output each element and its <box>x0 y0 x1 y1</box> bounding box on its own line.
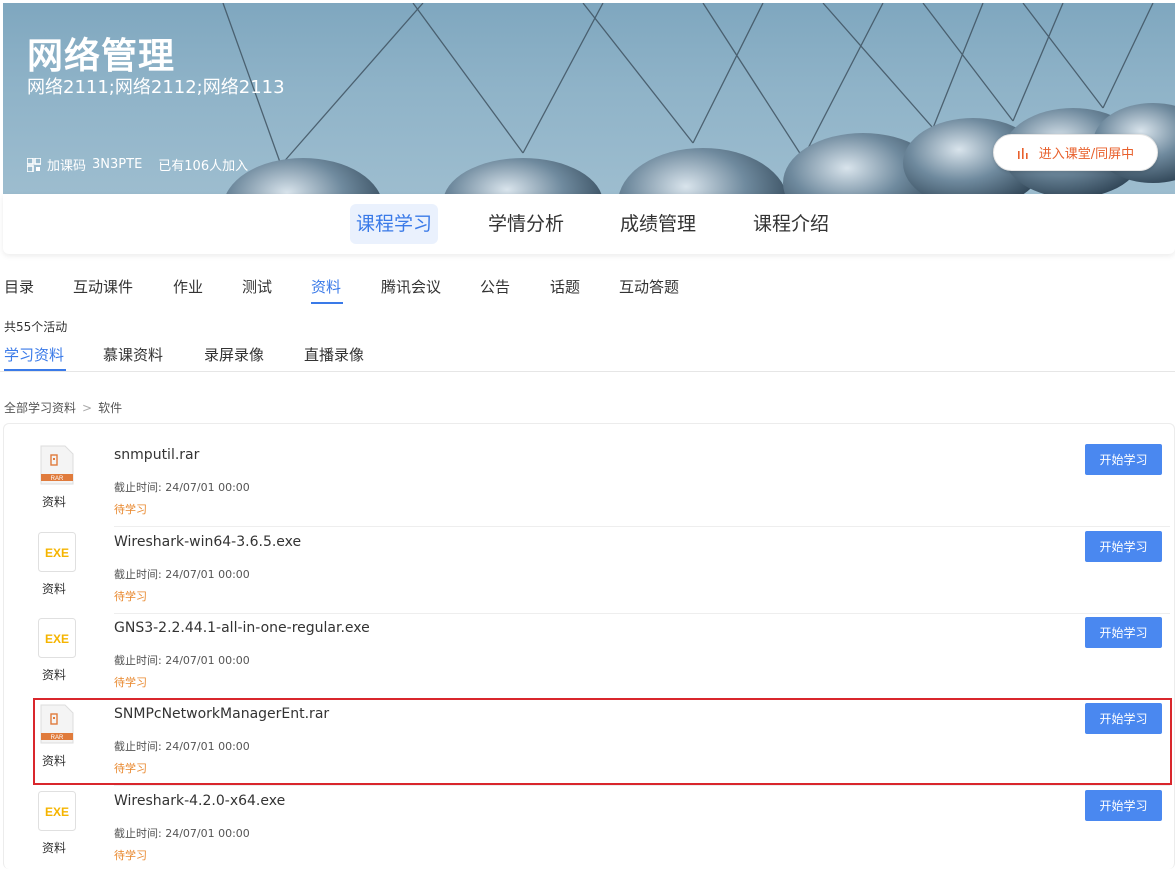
rar-label: RAR <box>51 476 64 482</box>
rar-file-icon: RAR <box>40 445 74 485</box>
exe-file-icon: EXE <box>38 618 76 658</box>
row-divider <box>114 785 1170 786</box>
file-status: 待学习 <box>114 503 147 516</box>
subnav-catalog[interactable]: 目录 <box>4 276 34 297</box>
exe-label: EXE <box>45 805 69 819</box>
exe-label: EXE <box>45 546 69 560</box>
subnav-tencent-meeting[interactable]: 腾讯会议 <box>381 276 441 297</box>
exe-label: EXE <box>45 632 69 646</box>
file-name[interactable]: snmputil.rar <box>114 447 199 463</box>
subnav-materials[interactable]: 资料 <box>311 276 341 297</box>
material-type-tabs: 学习资料 慕课资料 录屏录像 直播录像 <box>0 342 1175 372</box>
start-learning-button[interactable]: 开始学习 <box>1085 617 1162 648</box>
start-learning-button[interactable]: 开始学习 <box>1085 531 1162 562</box>
file-name[interactable]: GNS3-2.2.44.1-all-in-one-regular.exe <box>114 620 370 636</box>
file-name[interactable]: Wireshark-4.2.0-x64.exe <box>114 793 285 809</box>
file-deadline: 截止时间: 24/07/01 00:00 <box>114 654 250 667</box>
breadcrumb-separator-icon: > <box>82 400 93 415</box>
tab-screen-recordings[interactable]: 录屏录像 <box>204 344 264 365</box>
type-tab-active-underline <box>4 369 66 371</box>
tab-mooc-materials[interactable]: 慕课资料 <box>103 344 163 365</box>
file-kind-label: 资料 <box>42 668 67 682</box>
subnav-topics[interactable]: 话题 <box>550 276 580 297</box>
tab-learning-analysis[interactable]: 学情分析 <box>482 204 570 244</box>
tab-course-study[interactable]: 课程学习 <box>350 204 439 244</box>
subnav-active-underline <box>311 302 343 304</box>
file-status: 待学习 <box>114 590 147 603</box>
row-divider <box>114 526 1170 527</box>
breadcrumb: 全部学习资料 > 软件 <box>4 399 122 416</box>
file-kind-label: 资料 <box>42 841 67 855</box>
sub-nav: 目录 互动课件 作业 测试 资料 腾讯会议 公告 话题 互动答题 <box>0 274 1175 306</box>
file-row[interactable]: EXE 资料 Wireshark-4.2.0-x64.exe 截止时间: 24/… <box>30 787 1170 869</box>
file-deadline: 截止时间: 24/07/01 00:00 <box>114 568 250 581</box>
subnav-interactive-courseware[interactable]: 互动课件 <box>73 276 133 297</box>
breadcrumb-root[interactable]: 全部学习资料 <box>4 399 76 416</box>
file-deadline: 截止时间: 24/07/01 00:00 <box>114 481 250 494</box>
tab-grade-management[interactable]: 成绩管理 <box>614 204 702 244</box>
enter-classroom-label: 进入课堂/同屏中 <box>1038 147 1135 162</box>
subnav-announcements[interactable]: 公告 <box>480 276 510 297</box>
activity-count: 共55个活动 <box>4 320 68 334</box>
bar-chart-icon <box>1017 147 1028 159</box>
main-nav: 课程学习 学情分析 成绩管理 课程介绍 <box>3 194 1175 254</box>
file-kind-label: 资料 <box>42 582 67 596</box>
file-row[interactable]: RAR 资料 snmputil.rar 截止时间: 24/07/01 00:00… <box>30 441 1170 527</box>
join-info: 加课码 3N3PTE 已有106人加入 <box>27 155 248 174</box>
start-learning-button[interactable]: 开始学习 <box>1085 444 1162 475</box>
file-row[interactable]: EXE 资料 Wireshark-win64-3.6.5.exe 截止时间: 2… <box>30 528 1170 614</box>
file-status: 待学习 <box>114 676 147 689</box>
subnav-interactive-quiz[interactable]: 互动答题 <box>619 276 679 297</box>
join-code-label: 加课码 <box>47 159 87 174</box>
course-classes: 网络2111;网络2112;网络2113 <box>27 77 285 98</box>
course-banner: 网络管理 网络2111;网络2112;网络2113 加课码 3N3PTE 已有1… <box>3 3 1175 194</box>
file-status: 待学习 <box>114 849 147 862</box>
file-kind-label: 资料 <box>42 495 67 509</box>
file-row[interactable]: EXE 资料 GNS3-2.2.44.1-all-in-one-regular.… <box>30 614 1170 700</box>
joined-count: 已有106人加入 <box>158 159 249 174</box>
file-deadline: 截止时间: 24/07/01 00:00 <box>114 827 250 840</box>
exe-file-icon: EXE <box>38 791 76 831</box>
tab-live-recordings[interactable]: 直播录像 <box>304 344 364 365</box>
subnav-test[interactable]: 测试 <box>242 276 272 297</box>
start-learning-button[interactable]: 开始学习 <box>1085 790 1162 821</box>
join-code: 3N3PTE <box>92 157 143 172</box>
tab-study-materials[interactable]: 学习资料 <box>4 344 64 365</box>
highlight-box <box>33 698 1172 785</box>
qr-code-icon[interactable] <box>27 157 41 172</box>
enter-classroom-button[interactable]: 进入课堂/同屏中 <box>993 134 1158 171</box>
course-title: 网络管理 <box>27 36 176 77</box>
file-name[interactable]: Wireshark-win64-3.6.5.exe <box>114 534 301 550</box>
breadcrumb-current: 软件 <box>98 401 123 415</box>
subnav-homework[interactable]: 作业 <box>173 276 203 297</box>
tab-course-intro[interactable]: 课程介绍 <box>747 204 835 244</box>
exe-file-icon: EXE <box>38 532 76 572</box>
